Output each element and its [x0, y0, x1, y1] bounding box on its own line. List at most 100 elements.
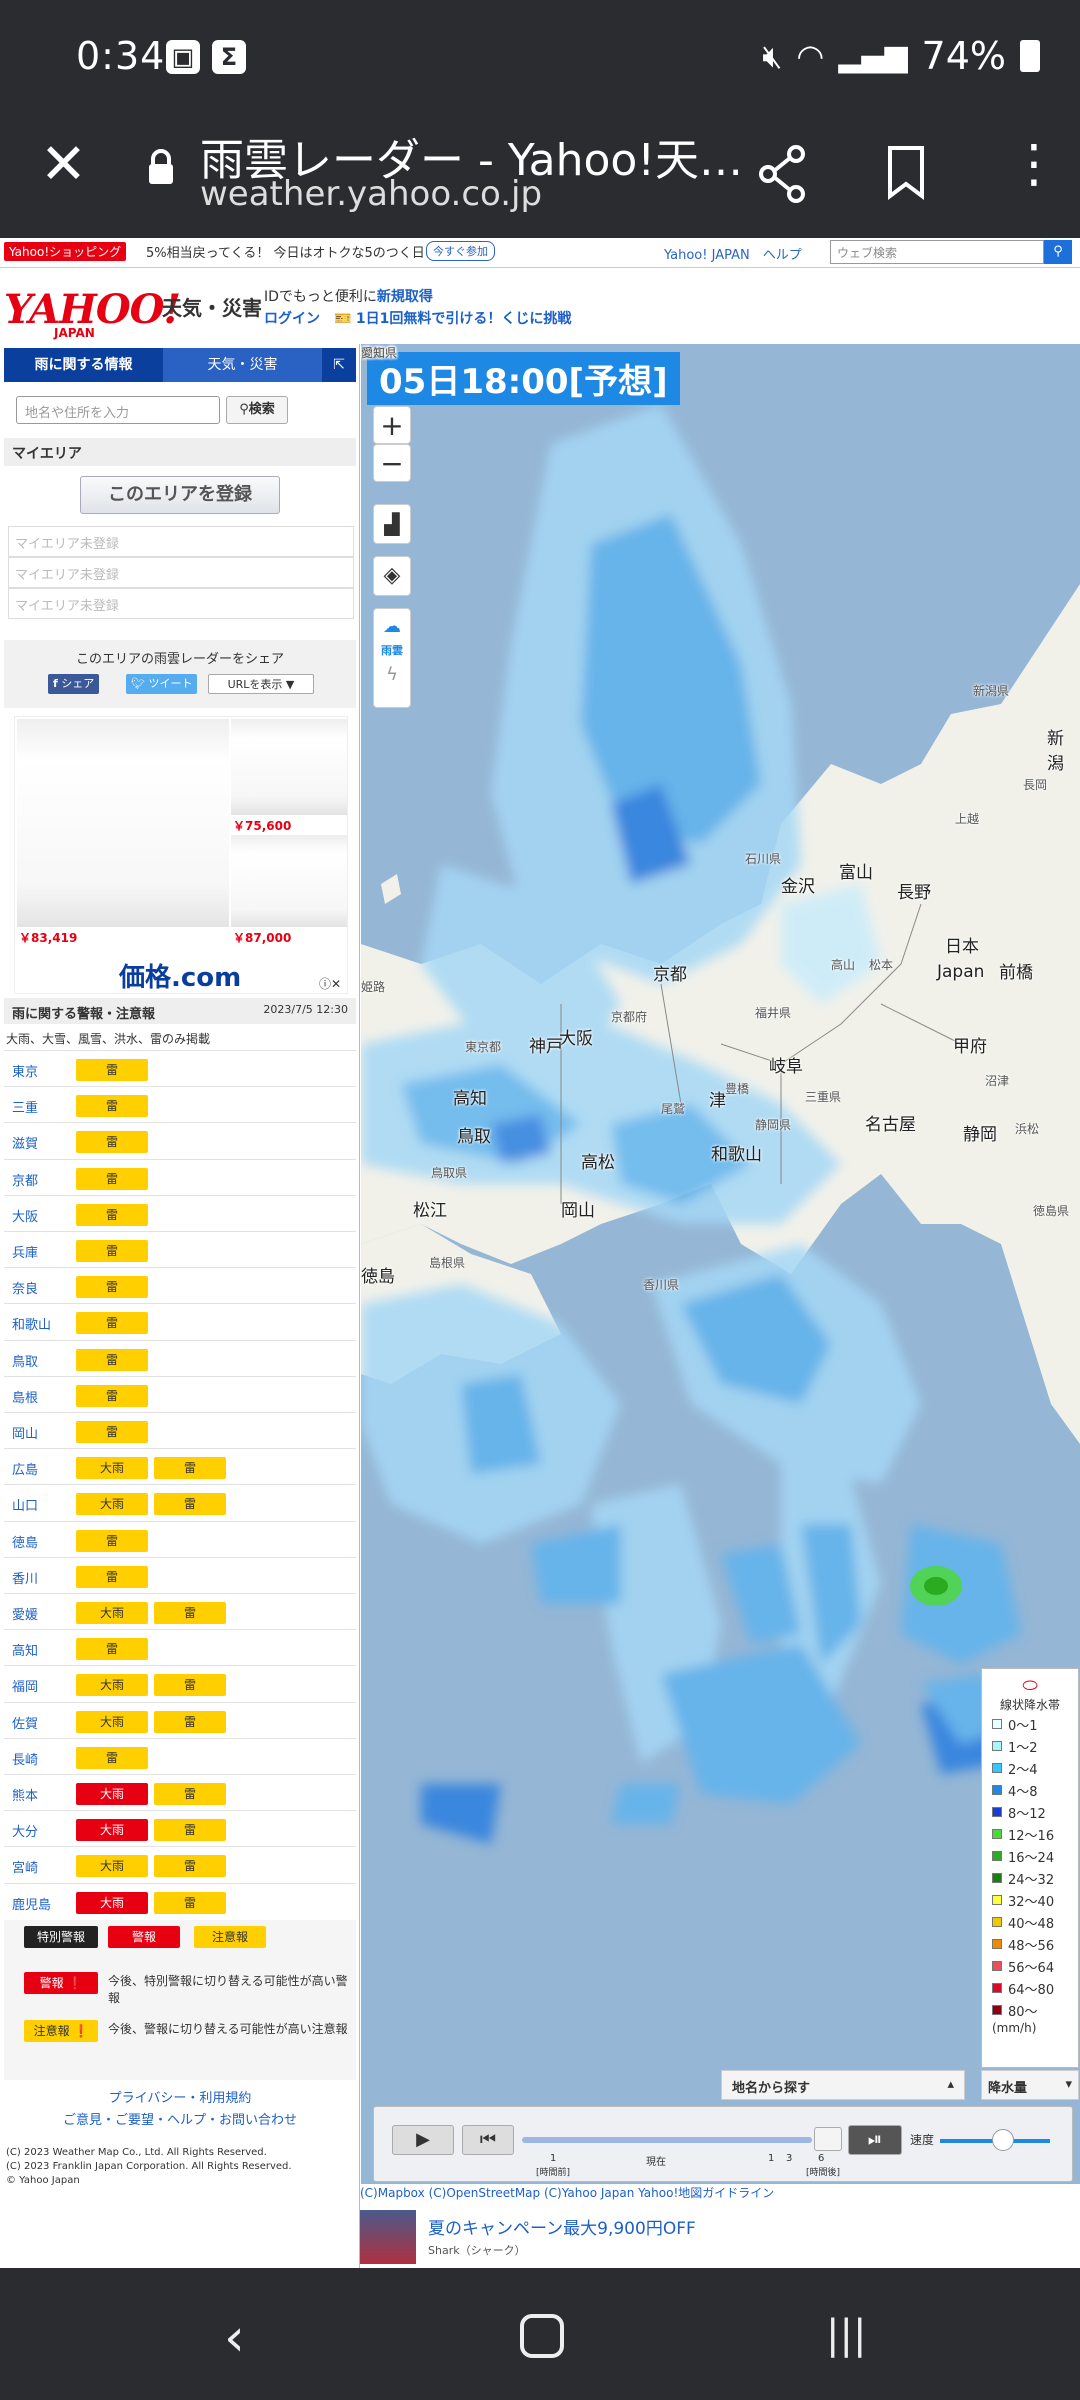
map-place-label: 島根県	[429, 1256, 466, 1270]
privacy-link[interactable]: プライバシー・利用規約	[0, 2088, 360, 2110]
ad-price[interactable]: ￥87,000	[233, 929, 291, 946]
legend-item: 32〜40	[982, 1889, 1078, 1911]
prefecture-link[interactable]: 三重	[12, 1097, 38, 1116]
prefecture-link[interactable]: 大阪	[12, 1206, 38, 1225]
share-icon[interactable]	[756, 144, 808, 217]
prefecture-link[interactable]: 宮崎	[12, 1857, 38, 1876]
bookmark-icon[interactable]	[886, 144, 926, 213]
prefecture-link[interactable]: 香川	[12, 1568, 38, 1587]
timeline-thumb[interactable]	[814, 2127, 842, 2151]
register-area-button[interactable]: このエリアを登録	[80, 476, 280, 514]
timeline-slider[interactable]	[522, 2137, 812, 2143]
map-place-label: 名古屋	[865, 1115, 916, 1135]
recents-icon[interactable]: |||	[826, 2312, 866, 2358]
back-icon[interactable]: ‹	[224, 2308, 245, 2368]
zoom-out-button[interactable]: −	[373, 444, 411, 482]
prefecture-link[interactable]: 鹿児島	[12, 1894, 51, 1913]
prefecture-link[interactable]: 滋賀	[12, 1133, 38, 1152]
home-icon[interactable]	[520, 2314, 564, 2358]
map-place-label: 富山	[839, 863, 873, 883]
my-area-item[interactable]: マイエリア未登録	[8, 588, 354, 619]
prefecture-link[interactable]: 兵庫	[12, 1242, 38, 1261]
ad-thumbnail[interactable]	[360, 2210, 416, 2264]
tab-rain-info[interactable]: 雨に関する情報	[4, 348, 163, 382]
ad-product-image[interactable]	[17, 719, 229, 927]
map-place-label: 浜松	[1015, 1122, 1040, 1136]
tab-weather[interactable]: 天気・災害	[163, 348, 322, 382]
warning-row: 長崎 雷	[4, 1737, 356, 1774]
prefecture-link[interactable]: 山口	[12, 1495, 38, 1514]
precipitation-dropdown[interactable]: 降水量 ▾	[981, 2070, 1079, 2100]
collapse-icon[interactable]: ▴	[947, 2077, 954, 2092]
ad-banner[interactable]: ￥75,600 ￥83,419 ￥87,000 価格.com ⓘ✕	[14, 716, 348, 994]
legend-swatch	[992, 1917, 1002, 1927]
register-id-link[interactable]: 新規取得	[377, 289, 433, 305]
zoom-in-button[interactable]: +	[373, 406, 411, 444]
my-area-item[interactable]: マイエリア未登録	[8, 526, 354, 557]
ad-price[interactable]: ￥75,600	[233, 817, 291, 834]
play-button[interactable]: ▶	[392, 2125, 454, 2155]
prefecture-link[interactable]: 長崎	[12, 1749, 38, 1768]
legend-swatch	[992, 2005, 1002, 2015]
tweet-button[interactable]: 🐦︎ ツイート	[126, 674, 198, 694]
join-now-button[interactable]: 今すぐ参加	[426, 241, 495, 261]
lightning-icon[interactable]: ϟ	[374, 663, 410, 687]
play-pause-button[interactable]: ⏯	[848, 2125, 902, 2155]
prefecture-link[interactable]: 岡山	[12, 1423, 38, 1442]
show-url-button[interactable]: URLを表示 ▼	[208, 674, 314, 694]
campaign-text[interactable]: 5%相当戻ってくる！ 今日はオトクな5のつく日	[146, 242, 425, 261]
prefecture-link[interactable]: 徳島	[12, 1532, 38, 1551]
ad-info-icon[interactable]: ⓘ✕	[319, 975, 341, 992]
section-title[interactable]: 天気・災害	[162, 292, 262, 321]
ad-banner-bottom[interactable]: 夏のキャンペーン最大9,900円OFF Shark（シャーク）	[360, 2206, 1080, 2268]
login-link[interactable]: ログイン	[264, 311, 320, 327]
prefecture-link[interactable]: 熊本	[12, 1785, 38, 1804]
lottery-link[interactable]: 1日1回無料で引ける！くじに挑戦	[356, 311, 571, 327]
prefecture-link[interactable]: 広島	[12, 1459, 38, 1478]
rain-cloud-icon[interactable]: ☁	[374, 615, 410, 639]
close-icon[interactable]: ✕	[40, 132, 87, 197]
chevron-down-icon: ▾	[1065, 2077, 1072, 2092]
layer-selector[interactable]: ☁ 雨雲 ϟ	[373, 608, 411, 708]
ad-brand-logo[interactable]: 価格.com	[119, 957, 241, 994]
prefecture-link[interactable]: 東京	[12, 1061, 38, 1080]
prefecture-link[interactable]: 和歌山	[12, 1314, 51, 1333]
prefecture-link[interactable]: 福岡	[12, 1676, 38, 1695]
prefecture-link[interactable]: 佐賀	[12, 1713, 38, 1732]
map-canvas[interactable]	[361, 344, 1080, 2184]
search-icon[interactable]: ⚲	[1044, 240, 1072, 264]
help-link[interactable]: ご意見・ご要望・ヘルプ・お問い合わせ	[0, 2110, 360, 2132]
prefecture-link[interactable]: 鳥取	[12, 1351, 38, 1370]
url-host[interactable]: weather.yahoo.co.jp	[200, 174, 542, 214]
web-search-input[interactable]: ウェブ検索	[830, 240, 1044, 264]
my-area-item[interactable]: マイエリア未登録	[8, 557, 354, 588]
prefecture-link[interactable]: 京都	[12, 1170, 38, 1189]
ad-title[interactable]: 夏のキャンペーン最大9,900円OFF	[428, 2214, 696, 2239]
shopping-link[interactable]: Yahoo!ショッピング	[4, 242, 127, 261]
speed-thumb[interactable]	[992, 2129, 1014, 2151]
facebook-share-button[interactable]: f シェア	[48, 674, 100, 694]
legend-swatch	[992, 1829, 1002, 1839]
prefecture-link[interactable]: 大分	[12, 1821, 38, 1840]
prefecture-link[interactable]: 島根	[12, 1387, 38, 1406]
layers-icon[interactable]: ◈	[373, 556, 411, 596]
ad-price[interactable]: ￥83,419	[19, 929, 77, 946]
skip-back-button[interactable]: ⏮	[462, 2125, 514, 2155]
collapse-icon[interactable]: ⇱	[322, 348, 356, 382]
yahoo-links[interactable]: Yahoo! JAPAN ヘルプ	[664, 244, 802, 263]
rain-layer-label[interactable]: 雨雲	[374, 639, 410, 663]
ad-sponsor[interactable]: Shark（シャーク）	[428, 2242, 526, 2258]
prefecture-link[interactable]: 奈良	[12, 1278, 38, 1297]
rain-radar-map[interactable]: 05日18:00[予想] + − ▟ ◈ ☁ 雨雲 ϟ 新潟県 新潟 長岡 上越 富山金…	[361, 344, 1080, 2184]
map-credits[interactable]: (C)Mapbox (C)OpenStreetMap (C)Yahoo Japa…	[360, 2184, 1080, 2206]
more-options-icon[interactable]: ⋮	[1008, 134, 1060, 194]
location-icon[interactable]: ▟	[373, 504, 411, 544]
ad-product-image[interactable]	[231, 719, 347, 815]
legend-label: 24〜32	[1008, 1872, 1055, 1888]
place-search-input[interactable]: 地名や住所を入力	[16, 396, 220, 424]
place-search-button[interactable]: ⚲検索	[226, 396, 288, 424]
prefecture-link[interactable]: 高知	[12, 1640, 38, 1659]
prefecture-link[interactable]: 愛媛	[12, 1604, 38, 1623]
search-by-place-button[interactable]: 地名から探す ▴	[721, 2070, 965, 2100]
ad-product-image[interactable]	[231, 835, 347, 927]
